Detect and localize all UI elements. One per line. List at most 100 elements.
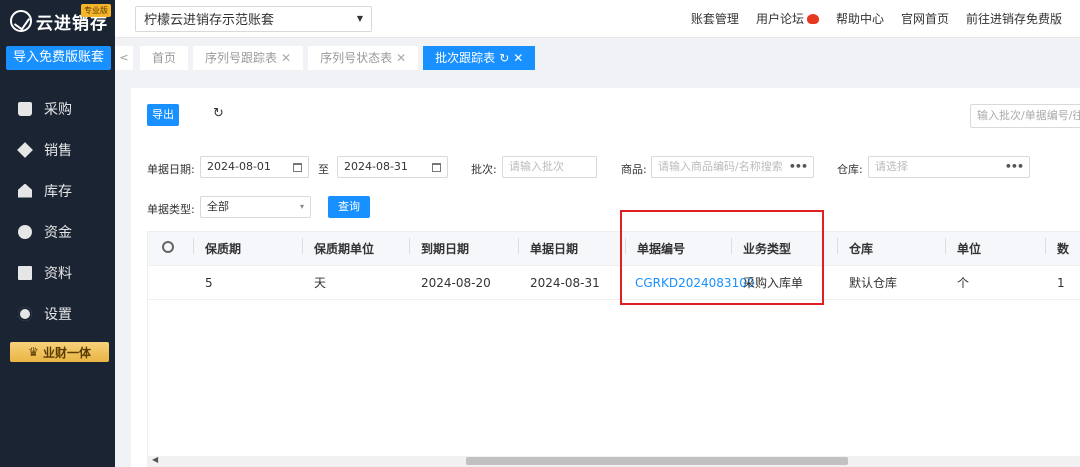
sidebar-item-data[interactable]: 资料 bbox=[0, 252, 115, 293]
document-number-link[interactable]: CGRKD2024083100 bbox=[625, 276, 754, 290]
more-icon[interactable]: ••• bbox=[789, 157, 808, 177]
column-header: 保质期单位 bbox=[302, 238, 409, 257]
tab-serial-status[interactable]: 序列号状态表 ✕ bbox=[308, 46, 419, 70]
warehouse-placeholder: 请选择 bbox=[875, 160, 908, 173]
table-cell: 2024-08-20 bbox=[421, 275, 491, 290]
tab-serial-tracking[interactable]: 序列号跟踪表 ✕ bbox=[193, 46, 304, 70]
doc-type-select[interactable]: 全部 ▾ bbox=[200, 196, 311, 218]
link-help-center[interactable]: 帮助中心 bbox=[836, 10, 884, 27]
tab-home[interactable]: 首页 bbox=[140, 46, 189, 70]
bag-icon bbox=[18, 101, 32, 116]
sidebar-nav: 采购 销售 库存 资金 资料 设置 bbox=[0, 88, 115, 334]
warehouse-label: 仓库: bbox=[837, 163, 863, 176]
table-cell: 天 bbox=[314, 276, 327, 290]
document-icon bbox=[18, 265, 32, 280]
table-row[interactable]: 5 天 2024-08-20 2024-08-31 CGRKD202408310… bbox=[148, 266, 1080, 300]
column-header: 单据编号 bbox=[625, 238, 731, 257]
tab-label: 序列号跟踪表 bbox=[205, 51, 278, 65]
sidebar-item-settings[interactable]: 设置 bbox=[0, 293, 115, 334]
sidebar-item-label: 库存 bbox=[44, 183, 72, 200]
hot-icon bbox=[806, 13, 819, 24]
link-free-version[interactable]: 前往进销存免费版 bbox=[966, 10, 1062, 27]
sidebar-item-inventory[interactable]: 库存 bbox=[0, 170, 115, 211]
product-placeholder: 请输入商品编码/名称搜索 bbox=[658, 160, 783, 173]
warehouse-select[interactable]: 请选择 ••• bbox=[868, 156, 1030, 178]
sidebar-item-label: 销售 bbox=[44, 142, 72, 159]
sidebar-item-funds[interactable]: 资金 bbox=[0, 211, 115, 252]
sidebar-item-purchase[interactable]: 采购 bbox=[0, 88, 115, 129]
export-button[interactable]: 导出 bbox=[147, 104, 179, 126]
more-icon[interactable]: ••• bbox=[1005, 157, 1024, 177]
settings-icon[interactable] bbox=[162, 241, 174, 253]
caret-down-icon: ▾ bbox=[299, 202, 304, 211]
column-header: 仓库 bbox=[837, 238, 945, 257]
batch-input[interactable]: 请输入批次 bbox=[502, 156, 597, 178]
logo-icon bbox=[10, 10, 32, 32]
column-header: 保质期 bbox=[193, 238, 302, 257]
tab-batch-tracking[interactable]: 批次跟踪表 ↻ ✕ bbox=[423, 46, 536, 70]
tab-scroll-left-button[interactable]: < bbox=[115, 46, 133, 70]
doc-type-value: 全部 bbox=[207, 200, 229, 213]
table-cell: 默认仓库 bbox=[849, 276, 898, 290]
tab-label: 序列号状态表 bbox=[320, 51, 393, 65]
calendar-icon bbox=[432, 162, 441, 172]
business-finance-label: 业财一体 bbox=[42, 345, 91, 360]
sidebar-item-sales[interactable]: 销售 bbox=[0, 129, 115, 170]
column-header: 单位 bbox=[945, 238, 1045, 257]
tab-label: 首页 bbox=[152, 51, 177, 65]
column-header: 数 bbox=[1045, 238, 1080, 257]
account-select[interactable]: 柠檬云进销存示范账套 ▼ bbox=[135, 5, 372, 32]
date-separator: 至 bbox=[318, 163, 329, 176]
link-account-management[interactable]: 账套管理 bbox=[691, 10, 739, 27]
product-label: 商品: bbox=[621, 163, 647, 176]
pro-badge: 专业版 bbox=[81, 4, 111, 17]
table-header: 保质期 保质期单位 到期日期 单据日期 单据编号 业务类型 仓库 单位 数 bbox=[148, 232, 1080, 266]
account-select-value: 柠檬云进销存示范账套 bbox=[144, 13, 275, 28]
import-free-account-button[interactable]: 导入免费版账套 bbox=[6, 46, 111, 70]
sidebar-item-label: 采购 bbox=[44, 101, 72, 118]
batch-label: 批次: bbox=[471, 163, 497, 176]
close-icon[interactable]: ✕ bbox=[396, 51, 406, 65]
table-cell: 1 bbox=[1057, 275, 1065, 290]
doc-type-label: 单据类型: bbox=[147, 203, 195, 216]
table-cell: 采购入库单 bbox=[743, 276, 804, 290]
refresh-icon[interactable]: ↻ bbox=[213, 106, 224, 121]
date-to-input[interactable]: 2024-08-31 bbox=[337, 156, 448, 178]
column-header: 单据日期 bbox=[518, 238, 625, 257]
table-cell: 个 bbox=[957, 276, 970, 290]
scroll-thumb[interactable] bbox=[466, 457, 848, 465]
crown-icon: ♛ bbox=[28, 345, 43, 359]
table-cell: 5 bbox=[205, 275, 213, 290]
date-to-value: 2024-08-31 bbox=[344, 160, 408, 173]
date-label: 单据日期: bbox=[147, 163, 195, 176]
batch-tracking-table: 保质期 保质期单位 到期日期 单据日期 单据编号 业务类型 仓库 单位 数 5 … bbox=[147, 231, 1080, 467]
link-official-site[interactable]: 官网首页 bbox=[901, 10, 949, 27]
sidebar-item-label: 资料 bbox=[44, 265, 72, 282]
sidebar-item-label: 设置 bbox=[44, 306, 72, 323]
tab-bar: < 首页 序列号跟踪表 ✕ 序列号状态表 ✕ 批次跟踪表 ↻ ✕ bbox=[115, 46, 1080, 70]
horizontal-scrollbar[interactable]: ◀ bbox=[148, 455, 1080, 466]
close-icon[interactable]: ✕ bbox=[281, 51, 291, 65]
close-icon[interactable]: ✕ bbox=[513, 51, 523, 65]
query-button[interactable]: 查询 bbox=[328, 196, 370, 218]
diamond-icon bbox=[17, 141, 33, 158]
calendar-icon bbox=[293, 162, 302, 172]
scroll-left-icon[interactable]: ◀ bbox=[152, 455, 158, 464]
search-input[interactable]: 输入批次/单据编号/往来 bbox=[970, 104, 1080, 128]
app-logo[interactable]: 云进销存 专业版 bbox=[0, 0, 115, 42]
refresh-icon[interactable]: ↻ bbox=[499, 51, 509, 65]
warehouse-icon bbox=[18, 183, 32, 198]
sidebar: 云进销存 专业版 导入免费版账套 采购 销售 库存 资金 资料 设置 ♛ 业财一… bbox=[0, 0, 115, 467]
column-settings[interactable] bbox=[148, 241, 193, 256]
link-user-forum-label: 用户论坛 bbox=[755, 12, 804, 26]
batch-placeholder: 请输入批次 bbox=[509, 160, 564, 173]
main-panel: 导出 ↻ 输入批次/单据编号/往来 单据日期: 2024-08-01 至 202… bbox=[131, 88, 1080, 467]
product-input[interactable]: 请输入商品编码/名称搜索 ••• bbox=[651, 156, 814, 178]
link-user-forum[interactable]: 用户论坛 bbox=[756, 10, 819, 27]
coin-icon bbox=[18, 224, 32, 239]
caret-down-icon: ▼ bbox=[356, 14, 363, 23]
date-from-input[interactable]: 2024-08-01 bbox=[200, 156, 309, 178]
table-cell: 2024-08-31 bbox=[530, 275, 600, 290]
business-finance-button[interactable]: ♛ 业财一体 bbox=[10, 342, 109, 362]
date-from-value: 2024-08-01 bbox=[207, 160, 271, 173]
